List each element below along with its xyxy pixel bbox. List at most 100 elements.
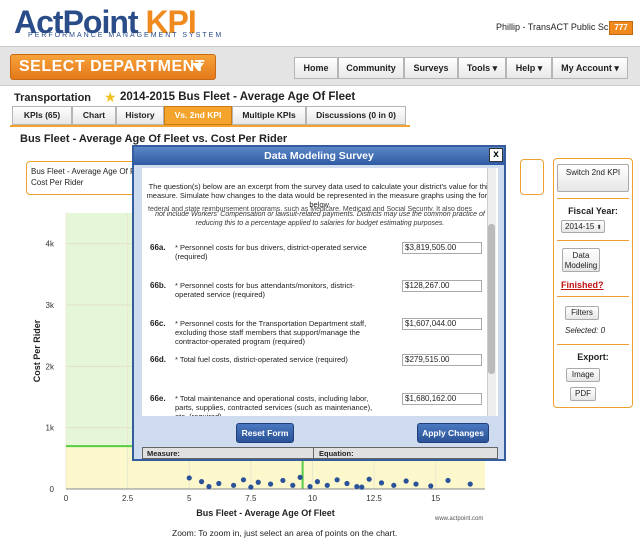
data-point	[467, 481, 473, 487]
data-point	[314, 479, 320, 485]
data-point	[413, 481, 419, 487]
select-department-button[interactable]: SELECT DEPARTMENT	[10, 54, 216, 80]
question-number: 66d.	[150, 355, 167, 364]
tab-discussions[interactable]: Discussions (0 in 0)	[306, 106, 406, 125]
y-tick-label: 3k	[46, 301, 55, 310]
dropdown-caret-icon	[192, 63, 204, 71]
sidebar-divider	[557, 240, 629, 241]
data-point	[206, 483, 212, 490]
tab-vs-2nd-kpi[interactable]: Vs. 2nd KPI	[164, 106, 232, 125]
data-point	[366, 476, 372, 482]
data-point	[428, 483, 434, 489]
x-tick-label: 5	[187, 494, 192, 503]
tab-history[interactable]: History	[116, 106, 164, 125]
question-text: * Personnel costs for bus drivers, distr…	[175, 243, 367, 261]
data-point	[359, 484, 365, 490]
tab-multiple-kpis[interactable]: Multiple KPIs	[232, 106, 306, 125]
switch-2nd-kpi-button[interactable]: Switch 2nd KPI	[557, 164, 629, 192]
nav-my-account[interactable]: My Account ▾	[552, 57, 628, 79]
x-axis-label: Bus Fleet - Average Age Of Fleet	[196, 508, 335, 518]
modal-scroll-thumb[interactable]	[488, 224, 495, 374]
measure-equation-row: Measure: Equation:	[142, 447, 498, 459]
fiscal-year-value: 2014-15	[565, 222, 595, 231]
question-number: 66b.	[150, 281, 167, 290]
data-point	[445, 477, 451, 484]
data-point	[186, 475, 192, 481]
data-point	[231, 482, 237, 488]
tab-chart[interactable]: Chart	[72, 106, 116, 125]
question-input[interactable]: $128,267.00	[402, 280, 482, 292]
data-point	[255, 479, 261, 485]
finished-link[interactable]: Finished?	[561, 280, 604, 290]
selected-count: Selected: 0	[565, 326, 606, 335]
export-image-button[interactable]: Image	[566, 368, 600, 382]
column-divider	[313, 448, 314, 458]
x-tick-label: 15	[431, 494, 440, 503]
data-point	[307, 483, 313, 490]
data-point	[267, 481, 274, 487]
nav-community[interactable]: Community	[338, 57, 404, 79]
sidebar-divider	[557, 344, 629, 345]
user-badge[interactable]: 777	[609, 21, 633, 35]
watermark: www.actpoint.com	[435, 516, 484, 522]
apply-changes-button[interactable]: Apply Changes	[417, 423, 489, 443]
export-label: Export:	[577, 352, 609, 362]
sidebar-divider	[557, 296, 629, 297]
department-name: Transportation	[14, 92, 92, 104]
star-icon[interactable]: ★	[104, 89, 117, 106]
kpi-title: 2014-2015 Bus Fleet - Average Age Of Fle…	[120, 91, 356, 103]
fiscal-year-label: Fiscal Year:	[568, 206, 618, 216]
data-point	[403, 478, 409, 484]
x-tick-label: 7.5	[245, 494, 257, 503]
question-number: 66a.	[150, 243, 166, 252]
data-point	[297, 474, 303, 480]
x-tick-label: 0	[64, 494, 69, 503]
measure-label: Measure:	[147, 449, 180, 458]
nav-surveys[interactable]: Surveys	[404, 57, 458, 79]
data-modeling-button[interactable]: Data Modeling	[562, 248, 600, 272]
export-pdf-button[interactable]: PDF	[570, 387, 596, 401]
data-point	[324, 482, 330, 488]
question-text: * Total fuel costs, district-operated se…	[175, 355, 348, 364]
data-point	[240, 477, 247, 483]
nav-tools[interactable]: Tools ▾	[458, 57, 506, 79]
data-point	[216, 480, 222, 487]
fiscal-year-select[interactable]: 2014-15 ⬍	[561, 220, 605, 233]
nav-help[interactable]: Help ▾	[506, 57, 552, 79]
tab-kpis[interactable]: KPIs (65)	[12, 106, 72, 125]
data-point	[334, 477, 340, 483]
y-tick-label: 0	[50, 485, 55, 494]
question-number: 66c.	[150, 319, 166, 328]
tab-underline	[10, 125, 410, 127]
data-point	[290, 482, 296, 488]
tagline: PERFORMANCE MANAGEMENT SYSTEM	[28, 32, 224, 39]
x-tick-label: 12.5	[366, 494, 382, 503]
zoom-note: Zoom: To zoom in, just select an area of…	[172, 528, 398, 538]
chart-heading: Bus Fleet - Average Age Of Fleet vs. Cos…	[20, 133, 288, 145]
data-point	[378, 480, 385, 486]
data-point	[248, 484, 254, 490]
question-text: * Personnel costs for bus attendants/mon…	[175, 281, 355, 299]
nav-home[interactable]: Home	[294, 57, 338, 79]
modal-note: not include Workers' Compensation or law…	[155, 211, 485, 227]
question-input[interactable]: $1,607,044.00	[402, 318, 482, 330]
chart-legend: Bus Fleet - Average Age Of F... Cost Per…	[26, 161, 146, 195]
filters-button[interactable]: Filters	[565, 306, 599, 320]
sidebar-divider	[557, 198, 629, 199]
select-arrows-icon: ⬍	[596, 225, 602, 231]
data-point	[344, 480, 350, 487]
question-text: * Personnel costs for the Transportation…	[175, 319, 367, 346]
data-point	[280, 477, 286, 484]
question-number: 66e.	[150, 394, 166, 403]
x-tick-label: 10	[308, 494, 317, 503]
question-clip: 66e. * Total maintenance and operational…	[142, 388, 487, 416]
reset-form-button[interactable]: Reset Form	[236, 423, 294, 443]
y-tick-label: 4k	[46, 240, 55, 249]
question-input[interactable]: $279,515.00	[402, 354, 482, 366]
data-point	[198, 479, 205, 485]
close-icon[interactable]: x	[489, 148, 503, 162]
question-input[interactable]: $3,819,505.00	[402, 242, 482, 254]
question-input[interactable]: $1,680,162.00	[402, 393, 482, 405]
y-tick-label: 1k	[46, 424, 55, 433]
legend-right-box	[520, 159, 544, 195]
